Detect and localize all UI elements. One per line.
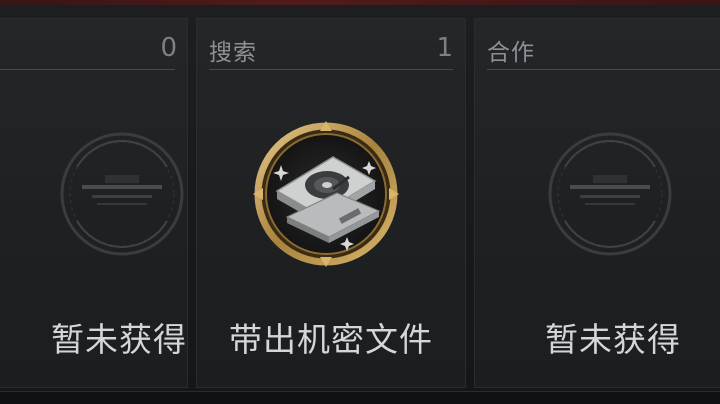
achievement-status-text: 暂未获得 bbox=[545, 320, 681, 359]
hard-drive-medal-icon bbox=[253, 121, 399, 267]
card-count: 1 bbox=[436, 33, 453, 63]
card-header: 0 bbox=[0, 29, 177, 70]
achievement-name-text: 带出机密文件 bbox=[229, 320, 433, 359]
bottom-bar bbox=[0, 391, 720, 404]
achievement-status-text: 暂未获得 bbox=[51, 320, 187, 359]
achievement-card-cooperation[interactable]: 合作 0 暂未获得 bbox=[474, 18, 720, 388]
card-header: 合作 0 bbox=[487, 29, 720, 70]
locked-achievement-emblem-icon bbox=[60, 132, 184, 256]
card-header: 搜索 1 bbox=[209, 29, 453, 70]
card-category-title: 合作 bbox=[487, 40, 535, 66]
top-accent-bar bbox=[0, 0, 720, 5]
achievement-card-search[interactable]: 搜索 1 带出机密文件 bbox=[196, 18, 466, 388]
card-category-title: 搜索 bbox=[209, 40, 257, 66]
achievement-screen: 0 暂未获得 搜索 1 带出机密文件 合作 暂未获得 bbox=[0, 0, 720, 404]
locked-achievement-emblem-icon bbox=[548, 132, 672, 256]
achievement-card-left[interactable]: 0 暂未获得 bbox=[0, 18, 188, 388]
card-count: 0 bbox=[160, 33, 177, 63]
